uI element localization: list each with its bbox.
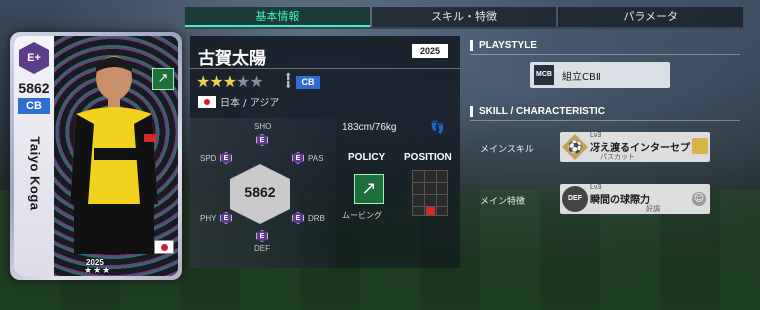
position-badge: CB: [296, 76, 320, 89]
playstyle-card[interactable]: MCB 組立CBⅡ: [530, 62, 670, 88]
rarity-stars: ★★★★★: [196, 72, 264, 91]
footprint-icon: 👣: [430, 120, 445, 134]
main-trait-card[interactable]: DEF Lv3 瞬間の球際力 好調 ☺: [560, 184, 710, 214]
star-icon: ★: [222, 72, 237, 91]
star-icon: ★: [209, 72, 223, 91]
policy-moving-icon: ↗: [152, 68, 174, 90]
card-position-badge: CB: [18, 98, 50, 114]
stat-grade-spd: E: [220, 152, 232, 164]
main-skill-label: メインスキル: [480, 145, 534, 155]
japan-flag-icon: [154, 240, 174, 254]
player-info-panel: 古賀太陽 2025 ★★★★★ ⬆ ⬇ CB 日本 / アジア SHO E SPD…: [190, 36, 460, 268]
kick-skill-icon: ⚽: [562, 134, 588, 160]
stat-grade-pas: E: [292, 152, 304, 164]
sort-arrows-icon: ⬆ ⬇: [284, 72, 293, 91]
stat-grade-drb: E: [292, 212, 304, 224]
divider: [470, 54, 740, 55]
trait-level: Lv3: [590, 184, 602, 191]
gold-badge-icon: [692, 138, 708, 154]
skill-subtitle: パスカット: [600, 153, 635, 161]
policy-label: ムービング: [342, 211, 382, 220]
trait-subtitle: 好調: [646, 205, 660, 213]
divider: [190, 68, 460, 69]
tab-parameters[interactable]: パラメータ: [558, 7, 744, 27]
stat-label-sho: SHO: [254, 122, 272, 131]
position-header: POSITION: [404, 152, 452, 163]
stat-label-pas: PAS: [308, 154, 324, 163]
stat-label-def: DEF: [254, 244, 270, 253]
divider: [470, 120, 740, 121]
star-icon: ★: [236, 72, 250, 91]
skill-header: SKILL / CHARACTERISTIC: [470, 106, 740, 117]
playstyle-icon: MCB: [534, 65, 554, 85]
japan-flag-icon: [198, 96, 216, 108]
stat-label-spd: SPD: [200, 154, 217, 163]
star-icon: ★: [249, 72, 263, 91]
card-stars: ★★★: [84, 266, 112, 276]
height-weight: 183cm/76kg: [342, 122, 397, 133]
player-year-badge: 2025: [412, 44, 448, 58]
tab-skills-traits[interactable]: スキル・特徴: [371, 7, 557, 27]
position-map: [412, 170, 448, 216]
policy-header: POLICY: [348, 152, 386, 163]
card-player-name: Taiyo Koga: [27, 136, 43, 211]
card-overall: 5862: [18, 80, 50, 96]
player-card-art: E+ 5862 CB Taiyo Koga ↗ 2025 ★★★: [14, 36, 178, 276]
stats-hexagon-panel: SHO E SPD E E PAS 5862 PHY E E DRB E DEF: [190, 118, 336, 268]
condition-face-icon: ☺: [692, 192, 706, 206]
main-trait-label: メイン特徴: [480, 197, 526, 207]
main-skill-card[interactable]: ⚽ Lv3 冴え渡るインターセプト パスカット: [560, 132, 710, 162]
stat-grade-phy: E: [220, 212, 232, 224]
def-trait-icon: DEF: [562, 186, 588, 212]
stat-label-phy: PHY: [200, 214, 217, 223]
stat-grade-sho: E: [256, 134, 268, 146]
star-icon: ★: [196, 72, 210, 91]
stat-grade-def: E: [256, 230, 268, 242]
player-card[interactable]: E+ 5862 CB Taiyo Koga ↗ 2025 ★★★: [10, 32, 182, 280]
overall-value: 5862: [244, 184, 276, 200]
skill-level: Lv3: [590, 132, 602, 139]
playstyle-label: 組立CBⅡ: [562, 72, 601, 83]
player-name: 古賀太陽: [198, 49, 266, 69]
tab-bar: 基本情報 スキル・特徴 パラメータ: [185, 7, 745, 29]
stat-label-drb: DRB: [308, 214, 325, 223]
playstyle-header: PLAYSTYLE: [470, 40, 740, 51]
position-marker: [426, 207, 435, 215]
trait-name: 瞬間の球際力: [590, 195, 650, 206]
policy-moving-icon[interactable]: ↗: [354, 174, 384, 204]
tab-basic-info[interactable]: 基本情報: [185, 7, 370, 27]
nationality-text: 日本 / アジア: [220, 98, 280, 109]
